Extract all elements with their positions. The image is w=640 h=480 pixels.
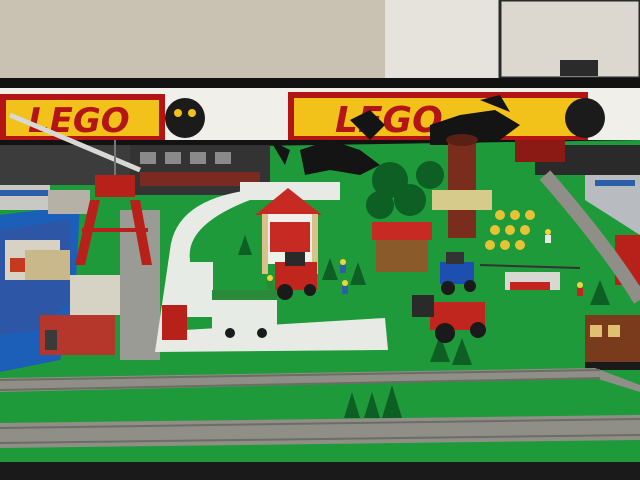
banner-left-text: LEGO xyxy=(28,101,130,141)
wall-vent xyxy=(560,60,598,76)
banner-left-creature xyxy=(165,98,205,138)
red-quad-bike xyxy=(515,140,565,162)
banner-right-creature xyxy=(565,98,605,138)
lego-layout-photo: LEGO LEGO xyxy=(0,0,640,480)
table-front-edge xyxy=(0,462,640,480)
brown-locomotive xyxy=(585,315,640,370)
market-stall xyxy=(372,222,432,272)
